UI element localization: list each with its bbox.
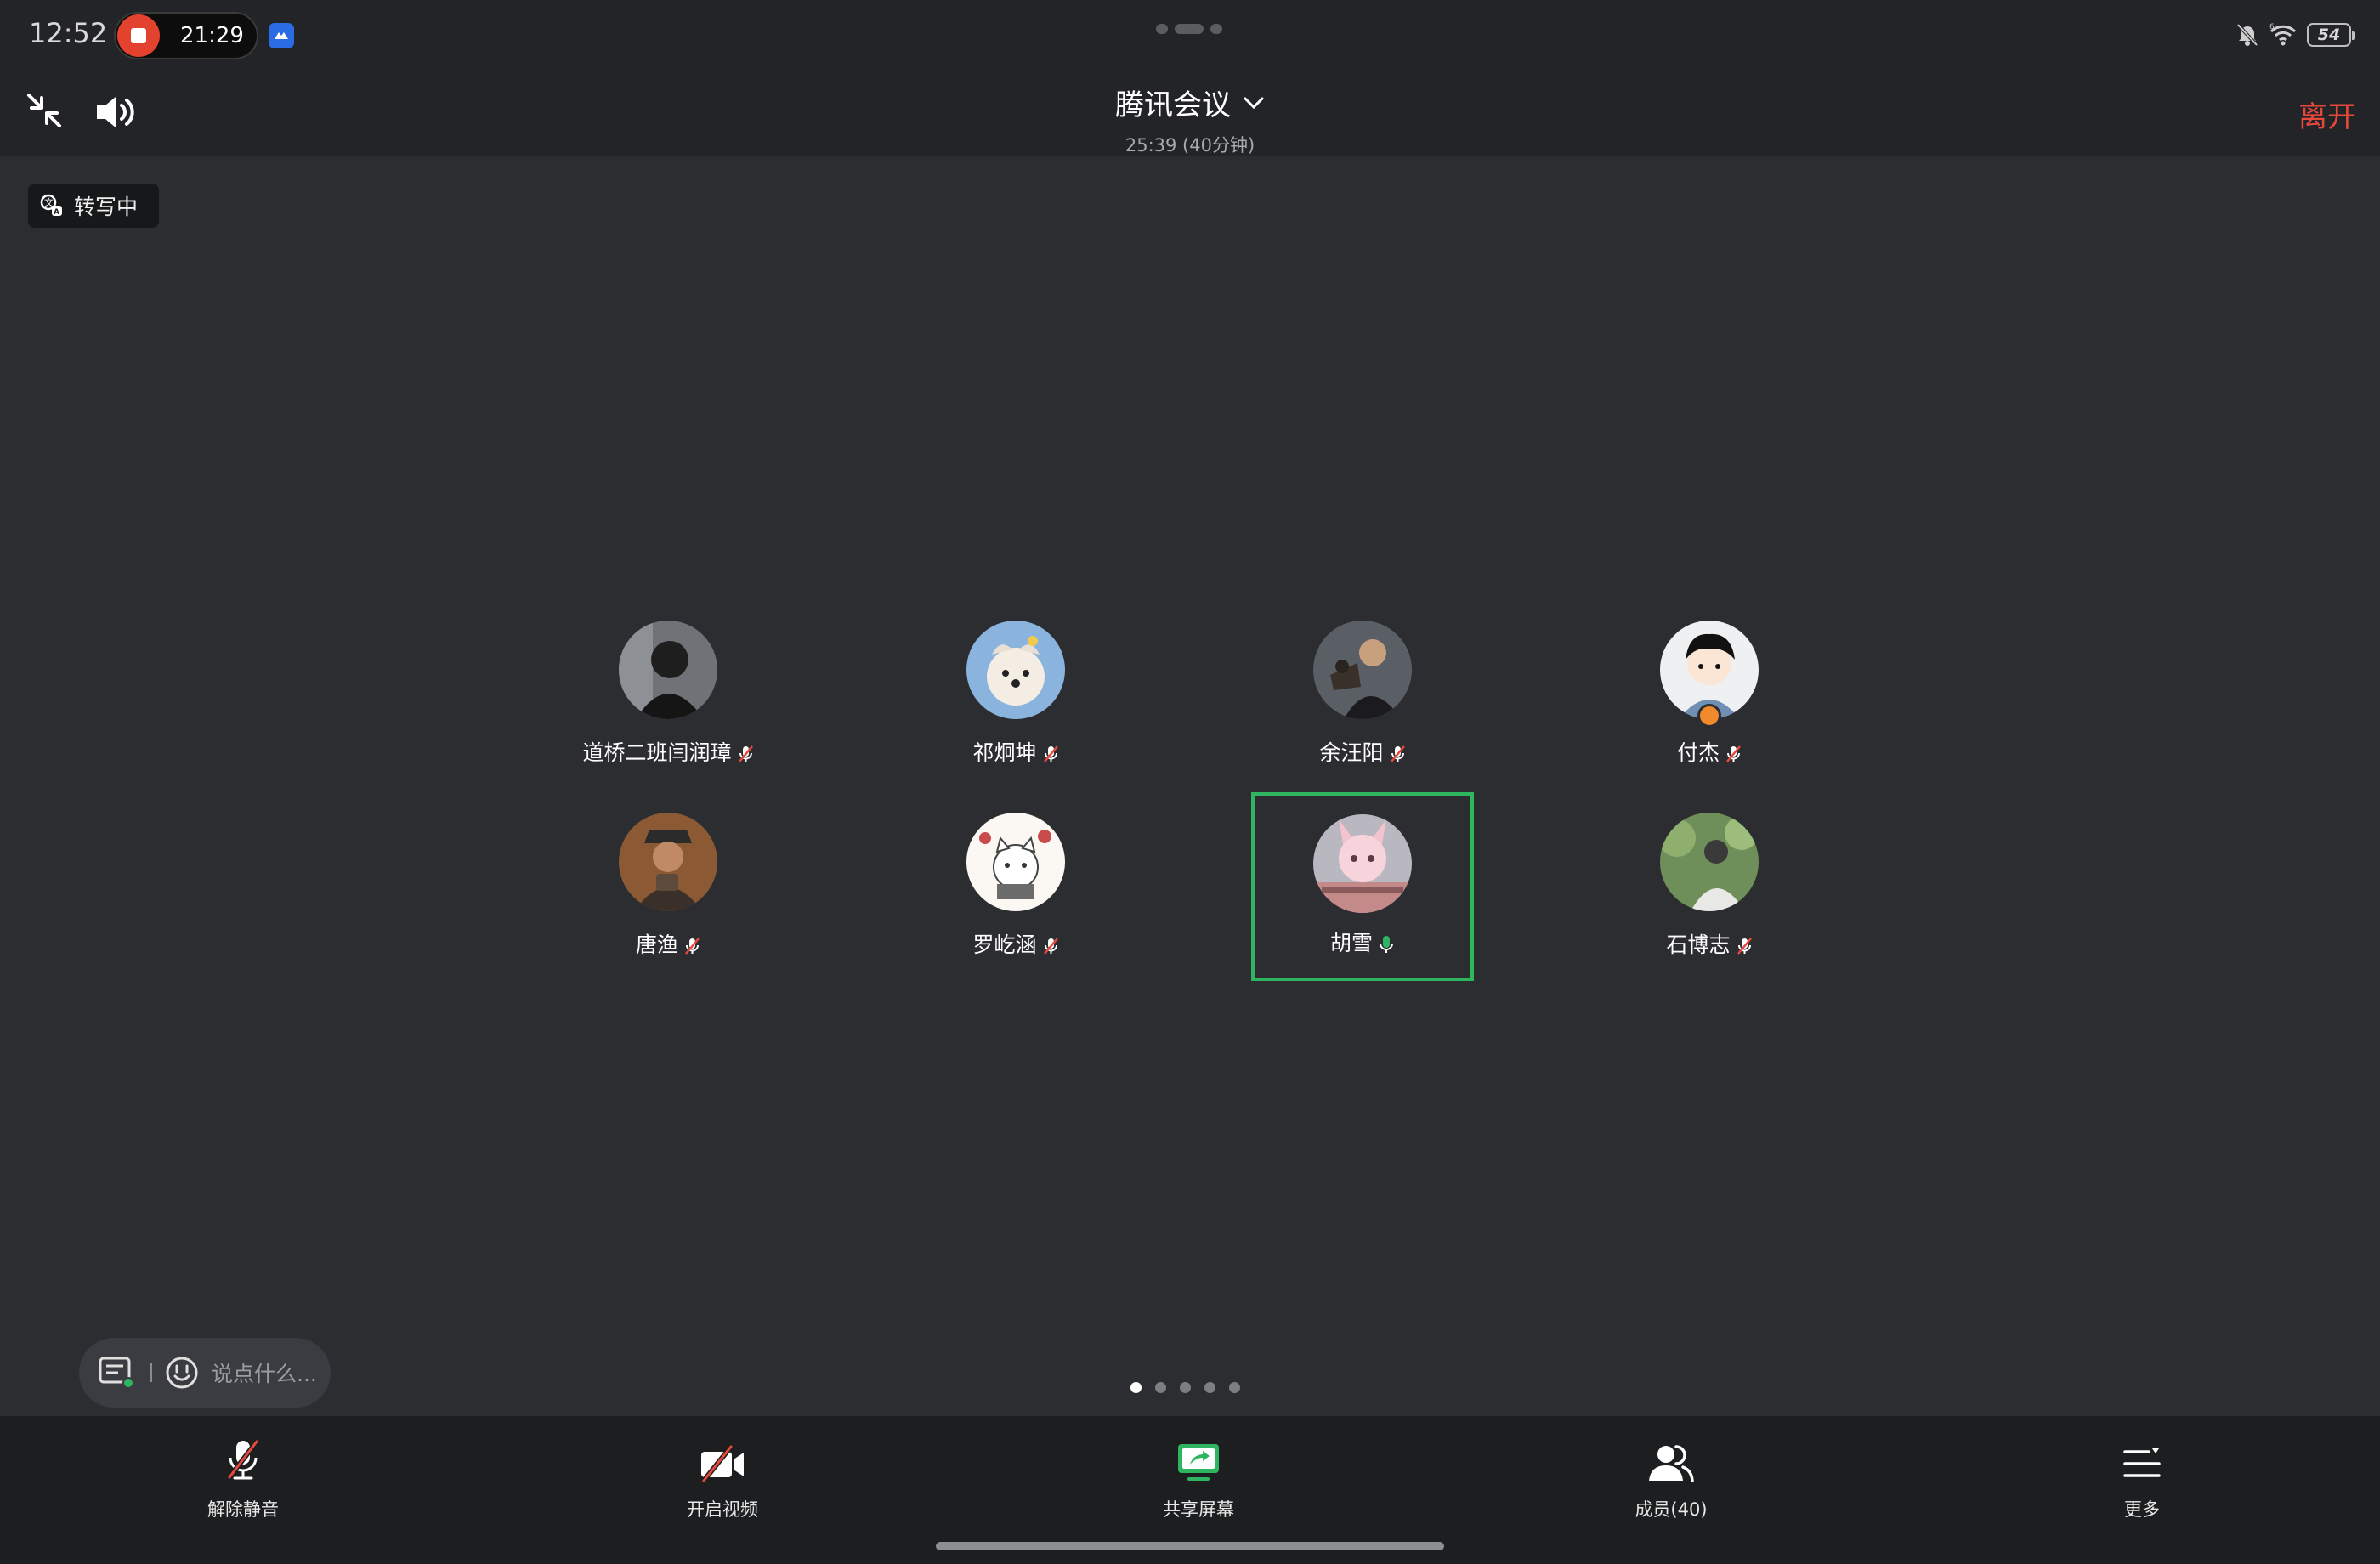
mic-muted-icon [685, 938, 700, 955]
avatar [619, 620, 717, 719]
share-screen-icon [1178, 1444, 1219, 1481]
avatar [619, 813, 717, 911]
chevron-down-icon [1244, 97, 1264, 109]
avatar [1313, 814, 1412, 913]
bell-off-icon [2236, 23, 2258, 47]
participant-grid: 道桥二班闫润璋 祁炯坤 余汪阳 付杰 唐渔 罗屹涵 胡雪 石博志 [0, 0, 2380, 1564]
avatar [1660, 813, 1759, 911]
members-button[interactable]: 成员(40) [1586, 1435, 1756, 1522]
leave-button[interactable]: 离开 [2298, 94, 2356, 135]
transcribe-icon: 文 A [40, 194, 62, 217]
meeting-app-icon [269, 23, 294, 48]
page-dot-active[interactable] [1130, 1382, 1142, 1393]
more-label: 更多 [2124, 1499, 2160, 1520]
participant-tile[interactable]: 罗屹涵 [904, 797, 1127, 986]
meeting-title: 腾讯会议 [1115, 88, 1231, 122]
mic-active-icon [1380, 936, 1393, 953]
more-button[interactable]: 更多 [2057, 1435, 2227, 1522]
participant-name: 罗屹涵 [904, 928, 1127, 959]
participant-tile[interactable]: 付杰 [1598, 605, 1821, 794]
mic-muted-icon [227, 1440, 259, 1480]
svg-text:6: 6 [2270, 23, 2275, 31]
host-badge-icon [1697, 704, 1721, 728]
avatar [966, 813, 1065, 911]
meeting-title-dropdown[interactable]: 腾讯会议 [1115, 82, 1265, 123]
avatar [1313, 620, 1412, 719]
mic-muted-icon [1043, 745, 1058, 762]
participant-tile[interactable]: 唐渔 [557, 797, 779, 986]
mic-muted-icon [1043, 938, 1058, 955]
svg-text:A: A [54, 208, 60, 217]
chat-input-bar[interactable]: 说点什么... [79, 1338, 331, 1408]
mic-muted-icon [738, 745, 753, 762]
start-video-label: 开启视频 [687, 1499, 758, 1520]
stop-recording-icon[interactable] [117, 14, 160, 57]
page-dot[interactable] [1229, 1382, 1240, 1393]
participant-tile[interactable]: 道桥二班闫润璋 [557, 605, 779, 794]
multitask-handle-icon[interactable] [1156, 22, 1224, 36]
speaker-icon[interactable] [94, 94, 138, 134]
page-dot[interactable] [1204, 1382, 1216, 1393]
mic-muted-icon [1390, 745, 1405, 762]
svg-text:文: 文 [44, 196, 54, 208]
members-icon [1649, 1445, 1694, 1482]
participant-tile[interactable]: 祁炯坤 [904, 605, 1127, 794]
start-video-button[interactable]: 开启视频 [638, 1435, 808, 1522]
mic-muted-icon [1726, 745, 1741, 762]
members-label: 成员(40) [1635, 1499, 1708, 1520]
battery-level: 54 [2317, 26, 2341, 44]
page-dot[interactable] [1180, 1382, 1191, 1393]
transcription-label: 转写中 [74, 195, 139, 219]
unmute-label: 解除静音 [207, 1499, 279, 1520]
chat-list-icon[interactable] [98, 1355, 135, 1391]
participant-name: 胡雪 [1255, 926, 1470, 957]
camera-off-icon [701, 1445, 744, 1482]
unmute-button[interactable]: 解除静音 [158, 1435, 328, 1522]
participant-name: 石博志 [1598, 928, 1821, 959]
meeting-duration: 25:39 (40分钟) [1125, 135, 1255, 156]
screen-recording-pill[interactable]: 21:29 [114, 12, 258, 60]
meeting-header: 腾讯会议 25:39 (40分钟) [1020, 82, 1360, 157]
participant-name: 付杰 [1598, 736, 1821, 767]
participant-name: 道桥二班闫润璋 [557, 736, 779, 767]
mic-muted-icon [1737, 938, 1752, 955]
participant-tile[interactable]: 石博志 [1598, 797, 1821, 986]
share-screen-label: 共享屏幕 [1163, 1499, 1234, 1520]
battery-icon: 54 [2307, 23, 2355, 47]
wifi-icon: 6 [2270, 23, 2297, 46]
avatar [966, 620, 1065, 719]
emoji-icon[interactable] [164, 1355, 200, 1391]
page-indicator[interactable] [1130, 1382, 1240, 1396]
share-screen-button[interactable]: 共享屏幕 [1114, 1435, 1284, 1522]
top-bar: 12:52 21:29 6 54 腾讯会议 25:39 (40分钟) 离开 [0, 0, 2380, 156]
status-icons: 6 54 [2236, 20, 2355, 49]
status-time: 12:52 [29, 17, 108, 49]
recording-timer: 21:29 [180, 23, 244, 48]
participant-name: 唐渔 [557, 928, 779, 959]
chat-placeholder[interactable]: 说点什么... [212, 1357, 317, 1388]
active-speaker-tile[interactable]: 胡雪 [1251, 792, 1474, 981]
more-menu-icon [2123, 1448, 2161, 1477]
home-indicator[interactable] [936, 1542, 1444, 1550]
chat-divider [150, 1363, 152, 1382]
participant-tile[interactable]: 余汪阳 [1251, 605, 1474, 794]
minimize-icon[interactable] [26, 92, 63, 133]
participant-name: 余汪阳 [1251, 736, 1474, 767]
page-dot[interactable] [1155, 1382, 1166, 1393]
participant-name: 祁炯坤 [904, 736, 1127, 767]
transcription-badge[interactable]: 文 A 转写中 [28, 184, 159, 228]
